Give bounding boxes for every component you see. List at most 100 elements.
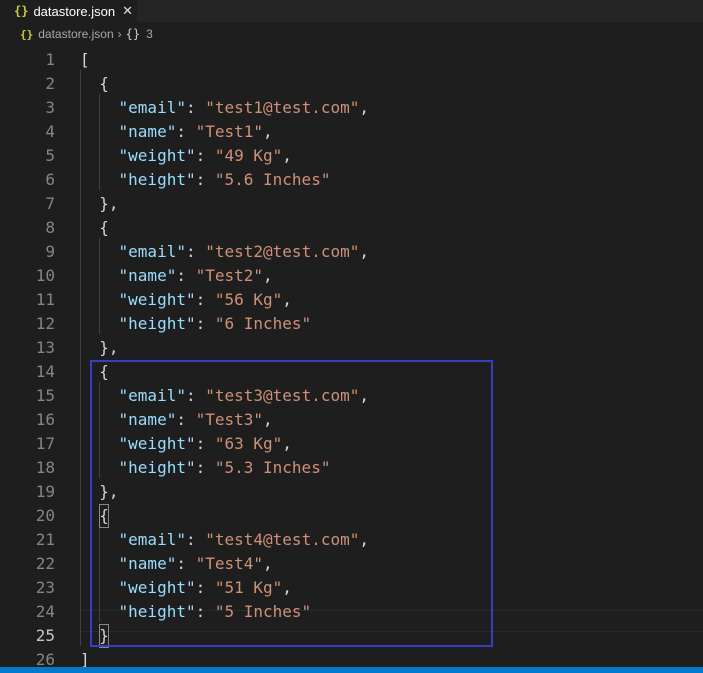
code-line[interactable]: 6 "height": "5.6 Inches" (0, 168, 703, 192)
token: : (195, 314, 215, 333)
object-close-brace: }, (99, 338, 119, 357)
json-key: "height" (118, 314, 196, 333)
code-text: "name": "Test1", (80, 120, 273, 144)
line-number: 1 (45, 50, 55, 69)
token: , (359, 98, 369, 117)
code-line[interactable]: 12 "height": "6 Inches" (0, 312, 703, 336)
line-number: 22 (35, 554, 55, 573)
code-text: "weight": "49 Kg", (80, 144, 292, 168)
line-number: 7 (45, 194, 55, 213)
json-value: "5.6 Inches" (214, 170, 331, 189)
code-text: "weight": "56 Kg", (80, 288, 292, 312)
code-line[interactable]: 13 }, (0, 336, 703, 360)
json-key: "weight" (118, 290, 196, 309)
breadcrumb-file[interactable]: datastore.json (38, 27, 113, 41)
code-line[interactable]: 9 "email": "test2@test.com", (0, 240, 703, 264)
json-key: "name" (118, 266, 177, 285)
json-value: "Test2" (195, 266, 264, 285)
code-line[interactable]: 3 "email": "test1@test.com", (0, 96, 703, 120)
object-open-brace: { (99, 74, 109, 93)
code-line[interactable]: 4 "name": "Test1", (0, 120, 703, 144)
line-number: 9 (45, 242, 55, 261)
close-icon[interactable]: ✕ (122, 3, 133, 19)
code-text: }, (80, 336, 119, 360)
code-text: { (80, 72, 109, 96)
line-number: 19 (35, 482, 55, 501)
line-number: 18 (35, 458, 55, 477)
tab-label: datastore.json (33, 3, 116, 19)
token: : (176, 122, 196, 141)
token: , (282, 146, 292, 165)
token: , (263, 266, 273, 285)
line-number: 2 (45, 74, 55, 93)
tab-bar: {} datastore.json ✕ (0, 0, 703, 22)
line-number: 6 (45, 170, 55, 189)
array-open-bracket: [ (80, 50, 90, 69)
line-number: 16 (35, 410, 55, 429)
line-number: 12 (35, 314, 55, 333)
code-line[interactable]: 1[ (0, 48, 703, 72)
json-file-icon: {} (20, 27, 34, 41)
line-number: 25 (35, 626, 55, 645)
tab-datastore-json[interactable]: {} datastore.json ✕ (0, 0, 137, 22)
object-icon: {} (125, 27, 141, 41)
json-key: "weight" (118, 146, 196, 165)
object-open-brace: { (99, 218, 109, 237)
code-line[interactable]: 8 { (0, 216, 703, 240)
json-key: "name" (118, 122, 177, 141)
json-key: "email" (118, 242, 186, 261)
code-text: "name": "Test2", (80, 264, 273, 288)
code-line[interactable]: 5 "weight": "49 Kg", (0, 144, 703, 168)
line-number: 24 (35, 602, 55, 621)
code-line[interactable]: 11 "weight": "56 Kg", (0, 288, 703, 312)
json-key: "email" (118, 98, 186, 117)
breadcrumb-object[interactable]: 3 (146, 27, 153, 41)
line-number: 17 (35, 434, 55, 453)
json-value: "test1@test.com" (205, 98, 360, 117)
code-text: "height": "5.6 Inches" (80, 168, 331, 192)
token: : (185, 98, 206, 117)
code-text: [ (80, 48, 90, 72)
highlight-annotation-box (90, 360, 493, 647)
line-number: 3 (45, 98, 55, 117)
json-value: "test2@test.com" (205, 242, 360, 261)
code-line[interactable]: 2 { (0, 72, 703, 96)
code-line[interactable]: 7 }, (0, 192, 703, 216)
line-number: 10 (35, 266, 55, 285)
code-text: "email": "test2@test.com", (80, 240, 369, 264)
line-number: 15 (35, 386, 55, 405)
line-number: 21 (35, 530, 55, 549)
code-line[interactable]: 10 "name": "Test2", (0, 264, 703, 288)
token: : (185, 242, 206, 261)
code-text: "height": "6 Inches" (80, 312, 312, 336)
token: , (263, 122, 273, 141)
json-value: "56 Kg" (214, 290, 283, 309)
token: : (195, 170, 215, 189)
line-number: 4 (45, 122, 55, 141)
token: : (195, 146, 215, 165)
json-value: "6 Inches" (214, 314, 312, 333)
line-number: 14 (35, 362, 55, 381)
json-file-icon: {} (14, 4, 29, 18)
breadcrumb: {} datastore.json › {} 3 (0, 22, 703, 46)
line-number: 13 (35, 338, 55, 357)
chevron-right-icon: › (117, 27, 122, 41)
token: , (359, 242, 369, 261)
json-value: "49 Kg" (214, 146, 283, 165)
line-number: 23 (35, 578, 55, 597)
status-bar (0, 667, 703, 673)
code-text: { (80, 216, 109, 240)
line-number: 8 (45, 218, 55, 237)
token: , (282, 290, 292, 309)
